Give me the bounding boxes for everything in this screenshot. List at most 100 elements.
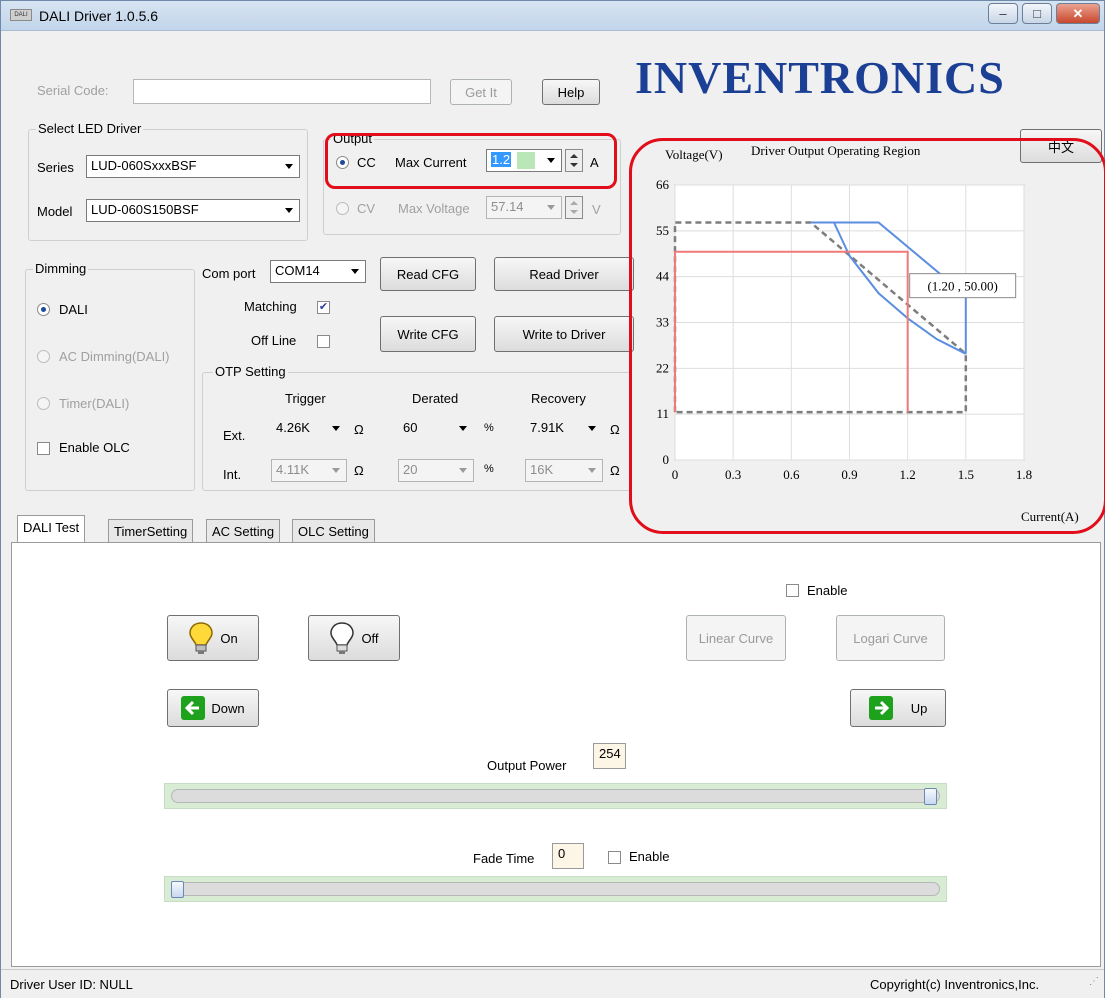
window-title: DALI Driver 1.0.5.6	[39, 8, 159, 24]
tab-ac-setting[interactable]: AC Setting	[206, 519, 281, 542]
slider-thumb[interactable]	[171, 881, 184, 898]
curve-enable-checkbox[interactable]	[786, 584, 799, 597]
ext-trigger-value: 4.26K	[276, 420, 310, 435]
dimming-group	[25, 269, 195, 491]
up-button[interactable]: Up	[850, 689, 946, 727]
lightbulb-off-icon	[330, 622, 355, 654]
help-button[interactable]: Help	[542, 79, 600, 105]
otp-recovery-header: Recovery	[531, 391, 586, 406]
series-label: Series	[37, 160, 74, 175]
max-voltage-value: 57.14	[491, 199, 524, 214]
model-value: LUD-060S150BSF	[91, 202, 199, 217]
read-driver-button[interactable]: Read Driver	[494, 257, 634, 291]
int-recovery-select[interactable]: 16K	[525, 459, 603, 482]
copyright-text: Copyright(c) Inventronics,Inc.	[870, 977, 1040, 992]
chevron-down-icon	[588, 426, 596, 431]
driver-user-id: Driver User ID: NULL	[10, 977, 133, 992]
highlight-chart	[629, 138, 1105, 534]
tab-dali-test[interactable]: DALI Test	[17, 515, 86, 543]
int-derated-select[interactable]: 20	[398, 459, 474, 482]
maximize-button[interactable]: □	[1022, 3, 1052, 24]
on-label: On	[220, 630, 238, 646]
chevron-down-icon	[285, 208, 293, 213]
ac-dimming-radio[interactable]	[37, 350, 50, 363]
minimize-button[interactable]: –	[988, 3, 1018, 24]
ext-recovery-select[interactable]: 7.91K	[525, 417, 603, 440]
matching-checkbox[interactable]: ✔	[317, 301, 330, 314]
max-voltage-stepper[interactable]	[565, 196, 583, 219]
int-recovery-unit: Ω	[610, 463, 620, 478]
curve-enable-label: Enable	[807, 583, 848, 598]
arrow-left-icon	[181, 696, 206, 720]
read-cfg-button[interactable]: Read CFG	[380, 257, 476, 291]
output-power-label: Output Power	[487, 758, 567, 773]
cv-label: CV	[357, 201, 376, 216]
int-trigger-select[interactable]: 4.11K	[271, 459, 347, 482]
ext-trigger-select[interactable]: 4.26K	[271, 417, 347, 440]
otp-trigger-header: Trigger	[285, 391, 326, 406]
ac-dimming-label: AC Dimming(DALI)	[59, 349, 170, 364]
write-driver-button[interactable]: Write to Driver	[494, 316, 634, 352]
chevron-down-icon	[459, 426, 467, 431]
otp-title: OTP Setting	[213, 364, 288, 379]
select-led-driver-title: Select LED Driver	[36, 121, 144, 136]
timer-radio[interactable]	[37, 397, 50, 410]
app-icon: DALI	[10, 9, 32, 21]
down-button[interactable]: Down	[167, 689, 259, 727]
off-label: Off	[361, 630, 379, 646]
tab-timer-setting[interactable]: TimerSetting	[108, 519, 194, 542]
get-it-button[interactable]: Get It	[450, 79, 512, 105]
int-trigger-unit: Ω	[354, 463, 364, 478]
int-trigger-value: 4.11K	[276, 462, 310, 477]
max-voltage-label: Max Voltage	[398, 201, 470, 216]
title-bar: DALI DALI Driver 1.0.5.6 – □ ✕	[1, 1, 1104, 31]
otp-ext-label: Ext.	[223, 428, 246, 443]
max-voltage-select[interactable]: 57.14	[486, 196, 562, 219]
fade-time-value[interactable]: 0	[552, 843, 584, 869]
lightbulb-on-icon	[189, 622, 214, 654]
cv-radio[interactable]	[336, 202, 349, 215]
com-port-select[interactable]: COM14	[270, 260, 366, 283]
chevron-down-icon	[459, 468, 467, 473]
enable-olc-label: Enable OLC	[59, 440, 130, 455]
dali-radio[interactable]	[37, 303, 50, 316]
chevron-down-icon	[588, 468, 596, 473]
arrow-down-icon	[570, 210, 578, 214]
output-power-value[interactable]: 254	[593, 743, 626, 769]
output-power-slider[interactable]	[164, 783, 947, 809]
serial-code-label: Serial Code:	[37, 83, 109, 98]
fade-enable-checkbox[interactable]	[608, 851, 621, 864]
resize-grip-icon[interactable]: ⋰	[1089, 976, 1099, 987]
tab-olc-setting[interactable]: OLC Setting	[292, 519, 375, 542]
select-led-driver-group	[28, 129, 308, 241]
off-button[interactable]: Off	[308, 615, 400, 661]
chevron-down-icon	[332, 468, 340, 473]
enable-olc-checkbox[interactable]	[37, 442, 50, 455]
dali-label: DALI	[59, 302, 88, 317]
model-label: Model	[37, 204, 73, 219]
close-button[interactable]: ✕	[1056, 3, 1100, 24]
ext-derated-select[interactable]: 60	[398, 417, 474, 440]
logari-curve-button[interactable]: Logari Curve	[836, 615, 945, 661]
com-port-label: Com port	[202, 266, 256, 281]
main-window: DALI DALI Driver 1.0.5.6 – □ ✕ Serial Co…	[0, 0, 1105, 998]
slider-thumb[interactable]	[923, 788, 937, 805]
fade-enable-label: Enable	[629, 849, 670, 864]
dali-test-panel	[11, 542, 1101, 967]
ext-derated-value: 60	[403, 420, 418, 435]
offline-checkbox[interactable]	[317, 335, 330, 348]
on-button[interactable]: On	[167, 615, 259, 661]
offline-label: Off Line	[251, 333, 297, 348]
inventronics-logo: INVENTRONICS	[635, 51, 1005, 104]
write-cfg-button[interactable]: Write CFG	[380, 316, 476, 352]
int-derated-unit: %	[484, 463, 494, 475]
logo-text: INVENTRONICS	[635, 52, 1005, 103]
fade-time-slider[interactable]	[164, 876, 947, 902]
model-select[interactable]: LUD-060S150BSF	[86, 199, 300, 222]
status-bar: Driver User ID: NULL Copyright(c) Invent…	[1, 969, 1104, 998]
linear-curve-button[interactable]: Linear Curve	[686, 615, 786, 661]
serial-code-input[interactable]	[133, 79, 431, 104]
series-select[interactable]: LUD-060SxxxBSF	[86, 155, 300, 178]
chevron-down-icon	[351, 269, 359, 274]
otp-int-label: Int.	[223, 467, 242, 482]
